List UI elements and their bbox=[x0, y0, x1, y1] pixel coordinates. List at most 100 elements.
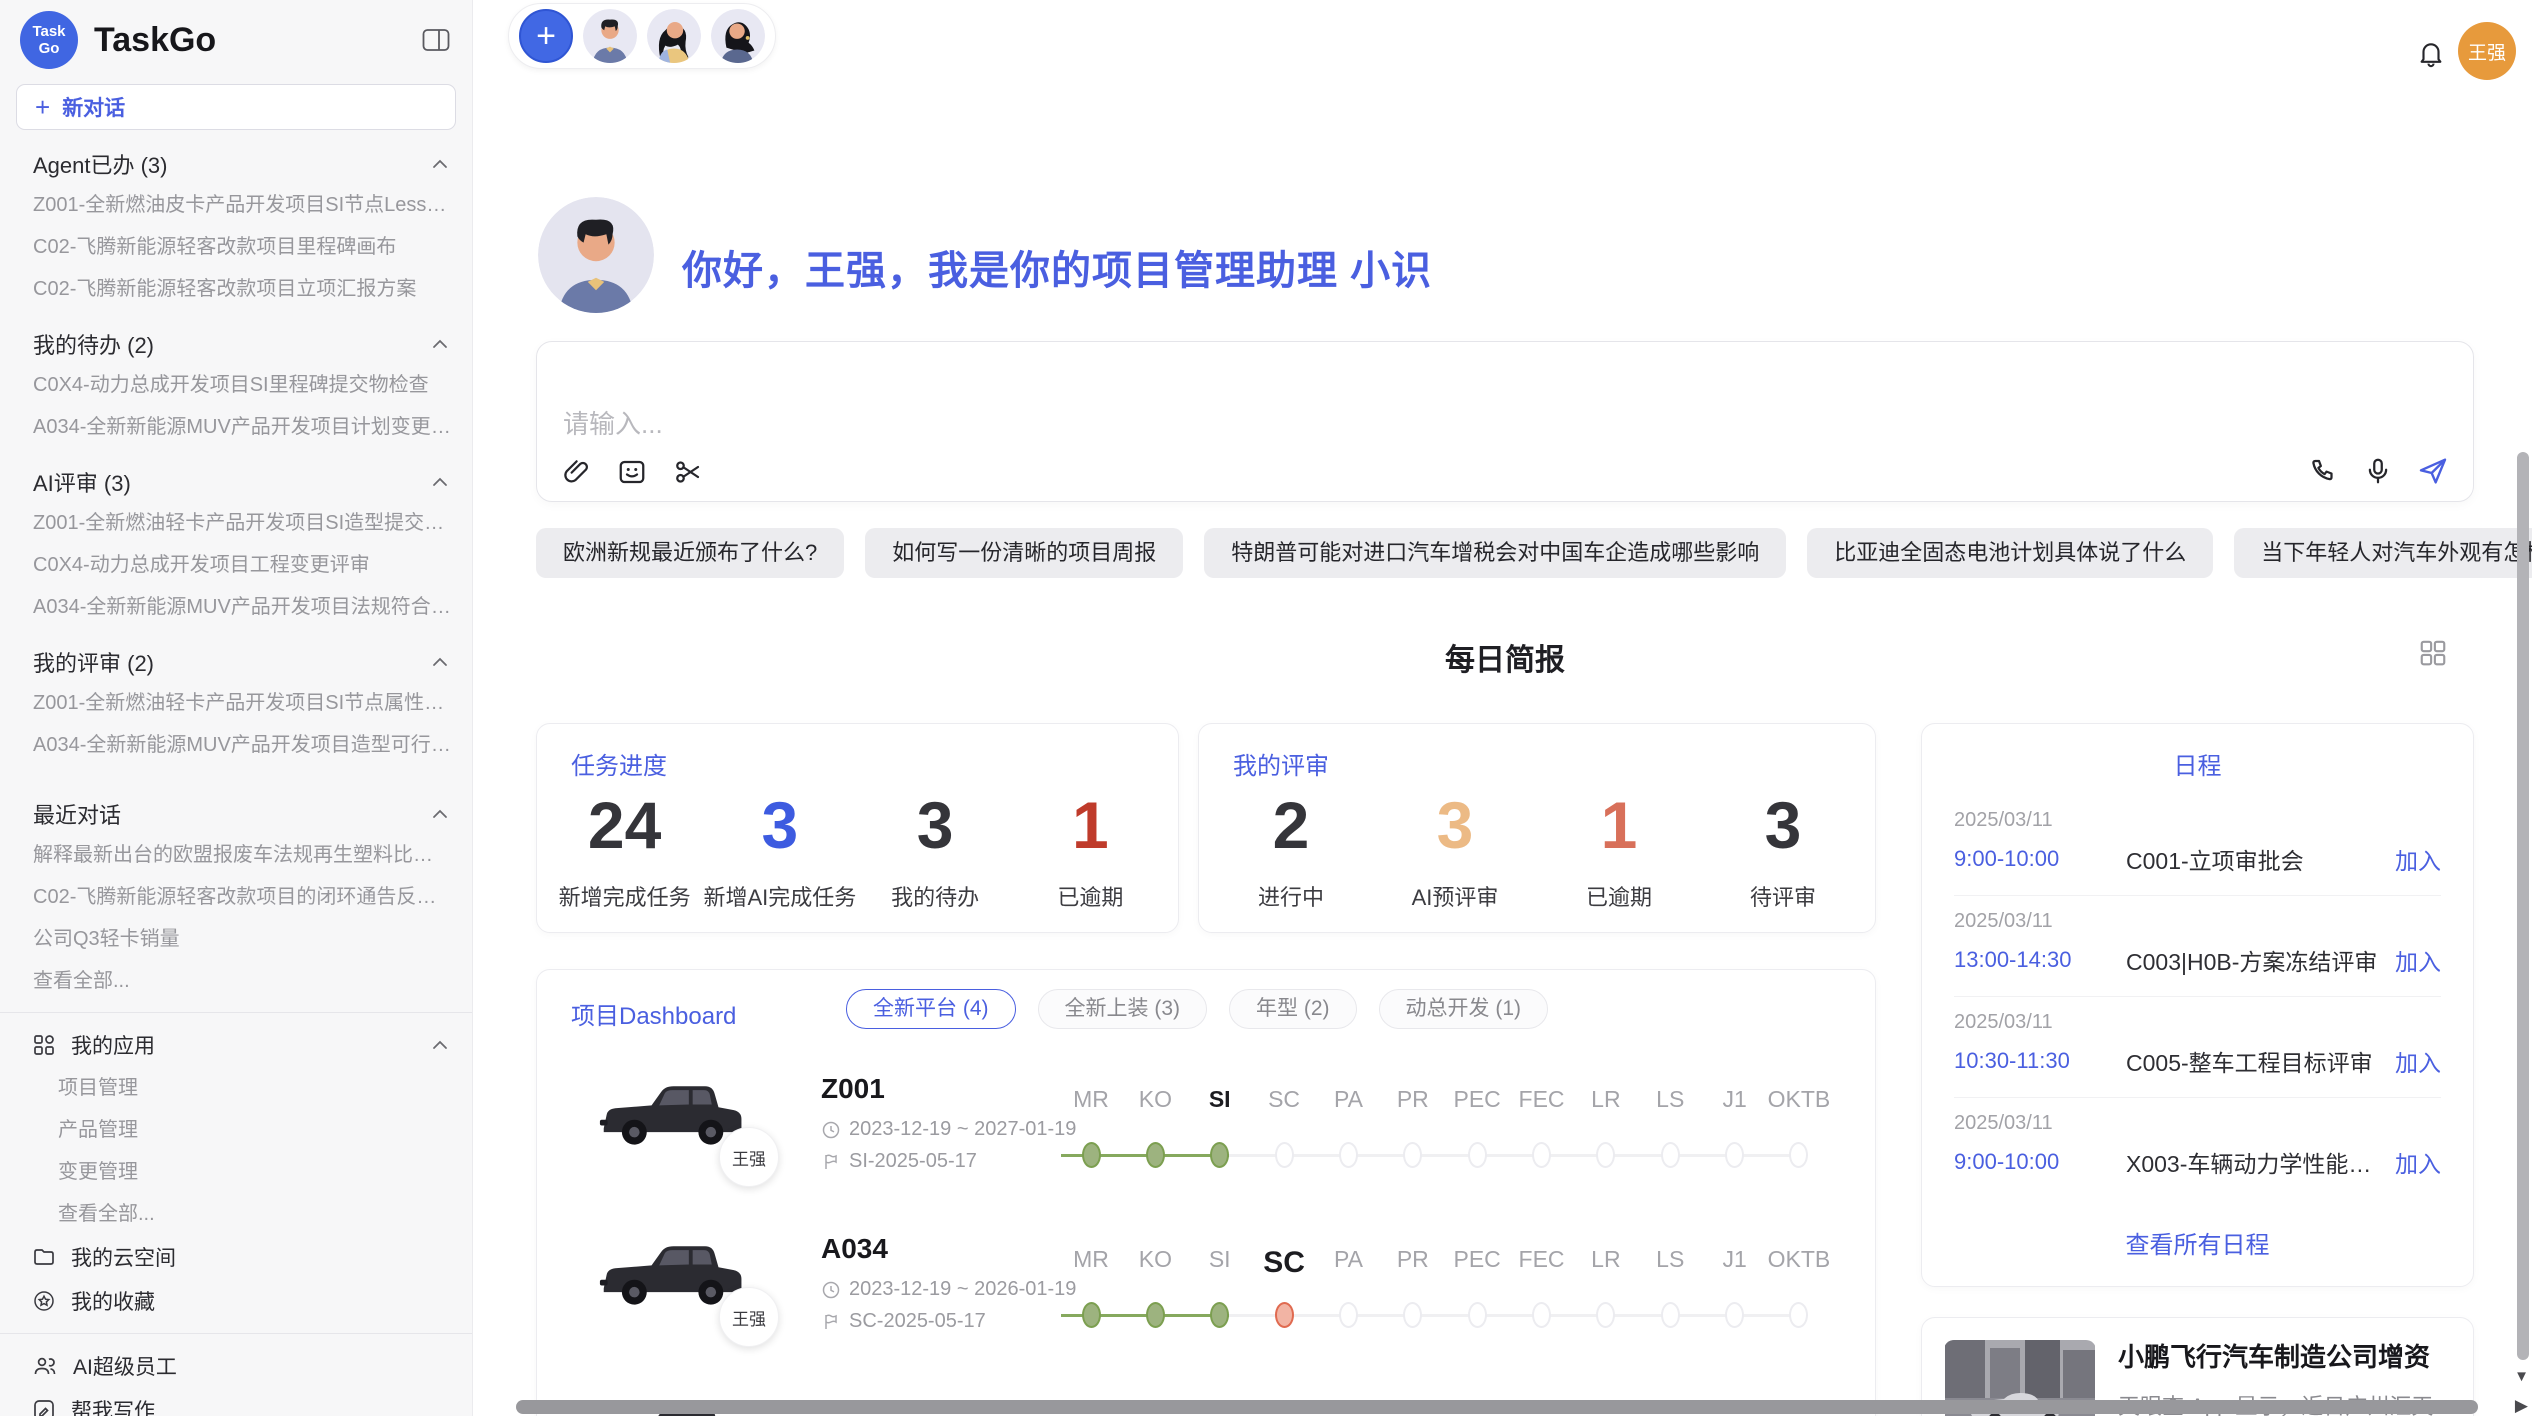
send-icon[interactable] bbox=[2417, 455, 2449, 487]
recent-chat-item[interactable]: C02-飞腾新能源轻客改款项目的闭环通告反馈情况 bbox=[0, 876, 472, 918]
milestone-dot bbox=[1596, 1142, 1615, 1168]
schedule-time: 9:00-10:00 bbox=[1954, 1149, 2126, 1175]
milestone-label: MR bbox=[1059, 1246, 1123, 1280]
milestone-dot bbox=[1789, 1142, 1808, 1168]
stat-in-progress: 2 进行中 bbox=[1209, 786, 1373, 912]
sidebar-header: Task Go TaskGo bbox=[0, 0, 472, 80]
scroll-right-arrow-icon[interactable]: ▶ bbox=[2515, 1396, 2528, 1416]
clock-icon bbox=[821, 1280, 841, 1300]
user-avatar[interactable]: 王强 bbox=[2458, 22, 2516, 80]
paperclip-icon[interactable] bbox=[561, 457, 591, 487]
schedule-item[interactable]: 2025/03/11 9:00-10:00 X003-车辆动力学性能验... 加… bbox=[1954, 1098, 2441, 1199]
chat-input[interactable]: 请输入... bbox=[563, 404, 663, 441]
tab-powertrain[interactable]: 动总开发 (1) bbox=[1379, 989, 1549, 1029]
avatar-2[interactable] bbox=[647, 9, 701, 63]
join-link[interactable]: 加入 bbox=[2395, 1145, 2441, 1179]
milestone-dot bbox=[1596, 1302, 1615, 1328]
tab-year-model[interactable]: 年型 (2) bbox=[1229, 989, 1357, 1029]
schedule-item[interactable]: 2025/03/11 9:00-10:00 C001-立项审批会 加入 bbox=[1954, 795, 2441, 896]
milestone-dot bbox=[1725, 1302, 1744, 1328]
view-all-schedule-link[interactable]: 查看所有日程 bbox=[1922, 1225, 2473, 1260]
tab-new-body[interactable]: 全新上装 (3) bbox=[1038, 989, 1208, 1029]
chevron-up-icon bbox=[432, 159, 448, 169]
mic-icon[interactable] bbox=[2363, 456, 2393, 486]
join-link[interactable]: 加入 bbox=[2395, 1044, 2441, 1078]
vertical-scrollbar[interactable] bbox=[2517, 452, 2529, 1360]
sidebar-task-item[interactable]: A034-全新新能源MUV产品开发项目造型可行性评审 bbox=[0, 724, 472, 766]
phone-icon[interactable] bbox=[2309, 456, 2339, 486]
sidebar-task-item[interactable]: C02-飞腾新能源轻客改款项目立项汇报方案 bbox=[0, 268, 472, 310]
sidebar-task-item[interactable]: C02-飞腾新能源轻客改款项目里程碑画布 bbox=[0, 226, 472, 268]
stat-pending-review: 3 待评审 bbox=[1701, 786, 1865, 912]
sidebar-collapse-icon[interactable] bbox=[422, 28, 450, 52]
milestone-track: MR KO SI SC PA PR PEC FEC LR LS J1 OKTB bbox=[1059, 1246, 1831, 1346]
scroll-down-arrow-icon[interactable]: ▼ bbox=[2514, 1368, 2529, 1385]
join-link[interactable]: 加入 bbox=[2395, 943, 2441, 977]
app-item-change-mgmt[interactable]: 变更管理 bbox=[0, 1151, 472, 1193]
sidebar-task-item[interactable]: C0X4-动力总成开发项目SI里程碑提交物检查 bbox=[0, 364, 472, 406]
horizontal-scrollbar[interactable] bbox=[516, 1400, 2478, 1414]
milestone-label: PR bbox=[1381, 1246, 1445, 1280]
task-progress-stats: 24 新增完成任务 3 新增AI完成任务 3 我的待办 1 已逾期 bbox=[547, 786, 1168, 912]
milestone-dot bbox=[1403, 1142, 1422, 1168]
layout-grid-icon[interactable] bbox=[2418, 638, 2448, 668]
recent-view-all[interactable]: 查看全部... bbox=[0, 960, 472, 1002]
section-header-my-review[interactable]: 我的评审 (2) bbox=[0, 642, 472, 682]
sidebar-task-item[interactable]: Z001-全新燃油轻卡产品开发项目SI节点属性5D文件评审 bbox=[0, 682, 472, 724]
section-header-my-todo[interactable]: 我的待办 (2) bbox=[0, 324, 472, 364]
join-link[interactable]: 加入 bbox=[2395, 842, 2441, 876]
project-name: A034 bbox=[821, 1233, 888, 1265]
app-item-project-mgmt[interactable]: 项目管理 bbox=[0, 1067, 472, 1109]
recent-chat-item[interactable]: 公司Q3轻卡销量 bbox=[0, 918, 472, 960]
add-member-button[interactable]: + bbox=[519, 9, 573, 63]
dashboard-tabs: 全新平台 (4) 全新上装 (3) 年型 (2) 动总开发 (1) bbox=[846, 989, 1548, 1029]
sidebar-task-item[interactable]: Z001-全新燃油皮卡产品开发项目SI节点Lesson Learn报告 bbox=[0, 184, 472, 226]
section-header-ai-review[interactable]: AI评审 (3) bbox=[0, 462, 472, 502]
sidebar-task-item[interactable]: C0X4-动力总成开发项目工程变更评审 bbox=[0, 544, 472, 586]
new-chat-button[interactable]: + 新对话 bbox=[16, 84, 456, 130]
schedule-item[interactable]: 2025/03/11 13:00-14:30 C003|H0B-方案冻结评审 加… bbox=[1954, 896, 2441, 997]
my-reviews-card: 我的评审 2 进行中 3 AI预评审 1 已逾期 3 待评审 bbox=[1198, 723, 1876, 933]
app-item-product-mgmt[interactable]: 产品管理 bbox=[0, 1109, 472, 1151]
sidebar-item-ai-super-staff[interactable]: AI超级员工 bbox=[0, 1344, 472, 1388]
schedule-item[interactable]: 2025/03/11 10:30-11:30 C005-整车工程目标评审 加入 bbox=[1954, 997, 2441, 1098]
stat-new-done: 24 新增完成任务 bbox=[547, 786, 702, 912]
milestone-dot bbox=[1339, 1142, 1358, 1168]
sidebar-task-item[interactable]: A034-全新新能源MUV产品开发项目计划变更表编写 bbox=[0, 406, 472, 448]
suggestion-chip[interactable]: 欧洲新规最近颁布了什么? bbox=[536, 528, 844, 578]
suggestion-chip[interactable]: 如何写一份清晰的项目周报 bbox=[865, 528, 1183, 578]
sidebar-item-help-me-write[interactable]: 帮我写作 bbox=[0, 1388, 472, 1416]
app-title: TaskGo bbox=[94, 21, 422, 60]
apps-view-all[interactable]: 查看全部... bbox=[0, 1193, 472, 1235]
avatar-1[interactable] bbox=[583, 9, 637, 63]
sidebar-task-item[interactable]: Z001-全新燃油轻卡产品开发项目SI造型提交物评审 bbox=[0, 502, 472, 544]
tab-new-platform[interactable]: 全新平台 (4) bbox=[846, 989, 1016, 1029]
milestone-dot bbox=[1468, 1302, 1487, 1328]
bell-icon[interactable] bbox=[2416, 38, 2446, 68]
project-row[interactable]: 王强 Z001 2023-12-19 ~ 2027-01-19 SI-2025-… bbox=[537, 1070, 1876, 1230]
chevron-up-icon bbox=[432, 477, 448, 487]
section-header-recent-chats[interactable]: 最近对话 bbox=[0, 794, 472, 834]
suggestion-chip[interactable]: 特朗普可能对进口汽车增税会对中国车企造成哪些影响 bbox=[1204, 528, 1786, 578]
scissors-icon[interactable] bbox=[673, 457, 703, 487]
suggestion-chip[interactable]: 当下年轻人对汽车外观有怎样的喜好趋势 bbox=[2234, 528, 2532, 578]
task-progress-card: 任务进度 24 新增完成任务 3 新增AI完成任务 3 我的待办 1 已逾期 bbox=[536, 723, 1179, 933]
recent-chat-item[interactable]: 解释最新出台的欧盟报废车法规再生塑料比例被调至15%... bbox=[0, 834, 472, 876]
milestone-label: PA bbox=[1316, 1246, 1380, 1280]
sidebar-task-item[interactable]: A034-全新新能源MUV产品开发项目法规符合性评审 bbox=[0, 586, 472, 628]
suggestion-chip[interactable]: 比亚迪全固态电池计划具体说了什么 bbox=[1807, 528, 2213, 578]
milestone-label: SI bbox=[1188, 1246, 1252, 1280]
section-header-agent-done[interactable]: Agent已办 (3) bbox=[0, 144, 472, 184]
project-row[interactable]: 王强 A034 2023-12-19 ~ 2026-01-19 SC-2025-… bbox=[537, 1230, 1876, 1390]
input-toolbar-right bbox=[2309, 455, 2449, 487]
schedule-date: 2025/03/11 bbox=[1954, 1011, 2441, 1034]
milestone-dot bbox=[1661, 1302, 1680, 1328]
sidebar-item-cloud-space[interactable]: 我的云空间 bbox=[0, 1235, 472, 1279]
sidebar-item-favorites[interactable]: 我的收藏 bbox=[0, 1279, 472, 1323]
milestone-dot bbox=[1082, 1142, 1101, 1168]
milestone-label: LR bbox=[1574, 1086, 1638, 1113]
image-icon[interactable] bbox=[617, 457, 647, 487]
milestone-label: SC bbox=[1252, 1086, 1316, 1113]
section-header-my-apps[interactable]: 我的应用 bbox=[0, 1023, 472, 1067]
avatar-3[interactable] bbox=[711, 9, 765, 63]
